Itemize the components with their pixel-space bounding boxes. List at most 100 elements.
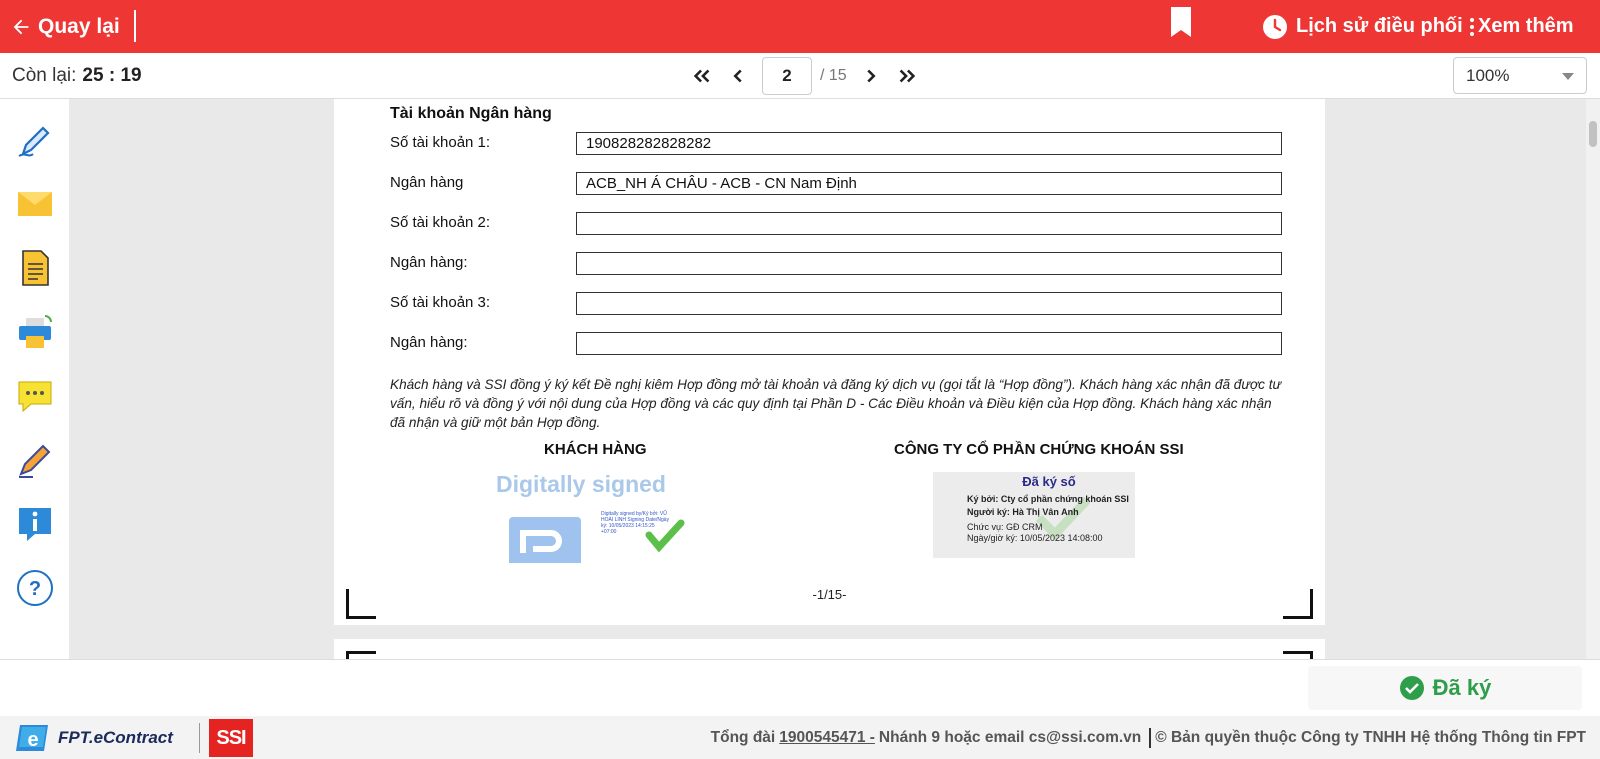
stamp-position: Chức vụ: GĐ CRM	[967, 522, 1043, 532]
info-tool-button[interactable]	[14, 503, 56, 545]
check-circle-icon	[1399, 676, 1424, 700]
document-tool-button[interactable]	[14, 247, 56, 289]
mail-tool-button[interactable]	[14, 183, 56, 225]
info-icon	[19, 508, 51, 541]
first-page-button[interactable]	[690, 64, 714, 88]
highlighter-icon	[19, 444, 51, 478]
highlight-tool-button[interactable]	[14, 439, 56, 481]
signed-button[interactable]: Đã ký	[1308, 666, 1582, 710]
timer: Còn lại: 25 : 19	[12, 53, 142, 99]
hotline-suffix: Nhánh 9 hoặc email cs@ssi.com.vn	[878, 728, 1142, 746]
page-number-label: -1/15-	[812, 587, 847, 602]
econtract-logo-icon: e	[16, 725, 48, 751]
zoom-select[interactable]: 100%	[1453, 57, 1587, 94]
footer: e FPT.eContract SSI Tổng đài 1900545471 …	[0, 716, 1600, 759]
history-label: Lịch sử điều phối	[1296, 15, 1463, 37]
field-value	[576, 252, 1282, 275]
field-row: Ngân hàng ACB_NH Á CHÂU - ACB - CN Nam Đ…	[390, 172, 1282, 196]
pager: / 15	[690, 57, 919, 95]
field-label: Số tài khoản 1:	[390, 134, 491, 151]
comment-tool-button[interactable]	[14, 375, 56, 417]
footer-separator	[1149, 727, 1152, 748]
crop-mark	[346, 589, 376, 619]
consent-text: Khách hàng và SSI đồng ý ký kết Đề nghị …	[390, 377, 1282, 430]
section-title: Tài khoản Ngân hàng	[390, 105, 552, 122]
history-button[interactable]: Lịch sử điều phối	[1262, 0, 1463, 53]
last-page-button[interactable]	[895, 64, 919, 88]
chevron-right-icon	[867, 69, 876, 83]
customer-signature: Digitally signed by/Ký bởi: VŨ HOÀI LINH…	[509, 509, 709, 563]
arrow-left-icon	[13, 19, 29, 34]
field-label: Ngân hàng	[390, 174, 464, 191]
more-label: Xem thêm	[1478, 15, 1574, 37]
field-row: Số tài khoản 1: 190828282828282	[390, 132, 1282, 156]
footer-divider	[199, 723, 200, 753]
viewer-scrollbar[interactable]	[1586, 99, 1600, 659]
sign-pen-icon	[18, 126, 50, 157]
stamp-datetime: Ngày/giờ ký: 10/05/2023 14:08:00	[967, 533, 1103, 543]
svg-text:e: e	[27, 729, 38, 751]
field-label: Số tài khoản 3:	[390, 294, 491, 311]
field-row: Ngân hàng:	[390, 332, 1282, 356]
field-value	[576, 332, 1282, 355]
double-chevron-right-icon	[899, 69, 915, 83]
chevron-left-icon	[733, 69, 742, 83]
clock-icon	[1263, 14, 1287, 39]
field-label: Số tài khoản 2:	[390, 214, 491, 231]
field-label: Ngân hàng:	[390, 254, 468, 271]
timer-label: Còn lại:	[12, 65, 77, 86]
prev-page-button[interactable]	[726, 64, 750, 88]
company-heading: CÔNG TY CỔ PHẦN CHỨNG KHOÁN SSI	[894, 441, 1184, 458]
field-value: ACB_NH Á CHÂU - ACB - CN Nam Định	[576, 172, 1282, 195]
chat-icon	[18, 381, 52, 413]
page-total: / 15	[820, 67, 847, 84]
crop-mark	[1283, 651, 1313, 659]
footer-contact: Tổng đài 1900545471 - Nhánh 9 hoặc email…	[711, 716, 1586, 759]
action-bar: Đã ký	[0, 659, 1600, 716]
sign-tool-button[interactable]	[14, 119, 56, 161]
copyright: © Bản quyền thuộc Công ty TNHH Hệ thống …	[1155, 728, 1586, 746]
footer-brand: FPT.eContract	[58, 728, 173, 747]
help-icon: ?	[17, 570, 53, 606]
fpt-econtract-logo: e FPT.eContract	[16, 721, 173, 755]
zoom-value: 100%	[1466, 65, 1510, 85]
print-tool-button[interactable]	[14, 311, 56, 353]
next-document-page	[334, 639, 1325, 659]
page-number-input[interactable]	[762, 57, 812, 95]
field-value	[576, 212, 1282, 235]
hotline-link[interactable]: 1900545471 -	[779, 729, 875, 747]
next-page-button[interactable]	[859, 64, 883, 88]
stamp-signed-by: Ký bởi: Cty cổ phần chứng khoán SSI	[967, 494, 1129, 504]
scrollbar-thumb[interactable]	[1589, 121, 1597, 147]
document-icon	[22, 250, 49, 286]
timer-value: 25 : 19	[82, 65, 142, 86]
stamp-title: Đã ký số	[1022, 474, 1076, 489]
field-row: Số tài khoản 3:	[390, 292, 1282, 316]
top-bar: Quay lại Lịch sử điều phối Xem thêm	[0, 0, 1600, 53]
document-page: Tài khoản Ngân hàng Số tài khoản 1: 1908…	[334, 99, 1325, 625]
document-viewer[interactable]: Tài khoản Ngân hàng Số tài khoản 1: 1908…	[69, 99, 1600, 659]
tool-sidebar: ?	[0, 99, 69, 659]
back-label: Quay lại	[38, 14, 120, 38]
digital-signed-text: Digitally signed	[496, 471, 666, 497]
more-button[interactable]: Xem thêm	[1470, 0, 1574, 53]
company-signature-stamp: Đã ký số Ký bởi: Cty cổ phần chứng khoán…	[933, 472, 1135, 558]
mail-icon	[18, 192, 52, 216]
kebab-icon	[1470, 17, 1474, 36]
field-label: Ngân hàng:	[390, 334, 468, 351]
bookmark-icon[interactable]	[1170, 6, 1192, 38]
customer-heading: KHÁCH HÀNG	[544, 441, 647, 458]
crop-mark	[1283, 589, 1313, 619]
top-divider	[134, 10, 136, 42]
crop-mark	[346, 651, 376, 659]
printer-icon	[19, 315, 52, 348]
digital-signed-mini: Digitally signed by/Ký bởi: VŨ HOÀI LINH…	[601, 511, 670, 535]
back-button[interactable]: Quay lại	[10, 0, 120, 53]
caret-down-icon	[1562, 73, 1574, 80]
ssi-logo: SSI	[209, 719, 253, 757]
signed-label: Đã ký	[1432, 675, 1492, 700]
help-tool-button[interactable]: ?	[14, 567, 56, 609]
double-chevron-left-icon	[693, 69, 710, 83]
stamp-signer: Người ký: Hà Thị Vân Anh	[967, 507, 1079, 517]
field-row: Số tài khoản 2:	[390, 212, 1282, 236]
